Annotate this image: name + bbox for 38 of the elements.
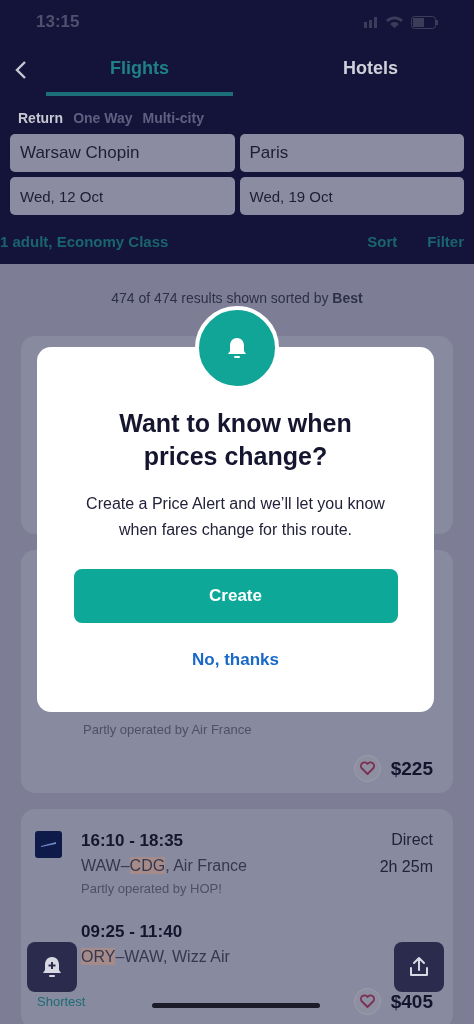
- share-button[interactable]: [394, 942, 444, 992]
- flight-times: 16:10 - 18:35: [81, 831, 185, 851]
- back-icon[interactable]: [14, 59, 28, 81]
- status-time: 13:15: [36, 12, 80, 32]
- wifi-icon: [386, 16, 403, 28]
- trip-type-option[interactable]: Multi-city: [142, 110, 204, 126]
- origin-field[interactable]: Warsaw Chopin: [10, 134, 235, 172]
- route-text: WAW–CDG, Air France: [81, 857, 248, 875]
- tab[interactable]: Hotels: [277, 44, 464, 96]
- price-label: $405: [390, 990, 433, 1013]
- depart-date-field[interactable]: Wed, 12 Oct: [10, 177, 235, 215]
- battery-icon: [411, 15, 438, 29]
- destination-field[interactable]: Paris: [239, 134, 464, 172]
- flight-times: 09:25 - 11:40: [81, 922, 184, 942]
- toolbar-link[interactable]: Sort: [367, 233, 398, 250]
- tab[interactable]: Flights: [46, 44, 233, 96]
- bell-plus-icon: [41, 955, 63, 979]
- shortest-tag: Shortest: [37, 994, 86, 1009]
- return-date-field[interactable]: Wed, 19 Oct: [239, 177, 464, 215]
- duration-label: 2h 25m: [379, 858, 433, 876]
- signal-icon: [364, 16, 378, 28]
- price-alert-button[interactable]: [27, 942, 77, 992]
- passengers-link[interactable]: 1 adult, Economy Class: [0, 233, 169, 250]
- price-label: $225: [390, 757, 433, 780]
- dialog-message: Create a Price Alert and we’ll let you know when fares change for this route.: [85, 494, 386, 540]
- no-thanks-button[interactable]: No, thanks: [186, 649, 285, 671]
- operator-note: Partly operated by Air France: [83, 722, 253, 737]
- bell-icon: [226, 336, 248, 360]
- stops-label: Direct: [390, 831, 433, 849]
- operator-note: Partly operated by HOP!: [81, 881, 223, 896]
- trip-type-option[interactable]: Return: [18, 110, 64, 126]
- result-card[interactable]: 16:10 - 18:35 WAW–CDG, Air France Partly operated by HOP! Direct 2h 25m 09:25 - 11:40 ORY–WAW, Wizz Air Shortest $405: [21, 809, 453, 1024]
- toolbar-link[interactable]: Filter: [427, 233, 464, 250]
- dialog-title: Want to know when prices change?: [118, 408, 353, 472]
- share-icon: [408, 955, 430, 979]
- trip-type-option[interactable]: One Way: [73, 110, 133, 126]
- results-summary: 474 of 474 results shown sorted by Best: [110, 290, 364, 306]
- create-button[interactable]: Create: [73, 569, 398, 623]
